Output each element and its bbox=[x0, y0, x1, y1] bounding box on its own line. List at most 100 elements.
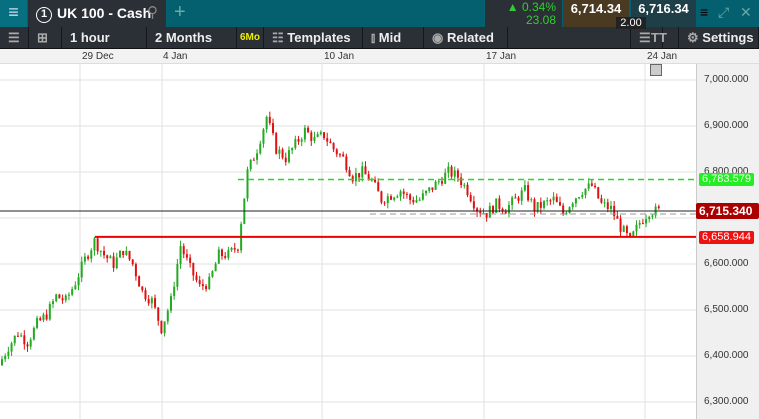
candle-body bbox=[405, 193, 408, 195]
candle-body bbox=[393, 197, 396, 200]
close-icon[interactable]: ✕ bbox=[740, 4, 752, 21]
candle-body bbox=[517, 197, 520, 201]
candle-body bbox=[176, 264, 179, 287]
add-tab-button[interactable]: + bbox=[174, 0, 186, 25]
candle-body bbox=[578, 197, 581, 199]
candle-body bbox=[45, 314, 48, 320]
candle-body bbox=[185, 254, 188, 258]
candle-body bbox=[166, 310, 169, 322]
candle-body bbox=[96, 238, 99, 252]
candle-body bbox=[230, 247, 233, 251]
candle-body bbox=[122, 250, 125, 256]
search-icon[interactable]: ⚲ bbox=[147, 0, 158, 26]
candle-body bbox=[555, 196, 558, 203]
candle-body bbox=[469, 195, 472, 202]
price-change: ▲ 0.34% 23.08 bbox=[485, 0, 562, 27]
candle-body bbox=[246, 169, 249, 199]
candle-body bbox=[361, 166, 364, 178]
price-tick-label: 6,900.000 bbox=[704, 120, 749, 131]
list-icon[interactable]: ☰ bbox=[0, 27, 29, 49]
templates-label: Templates bbox=[287, 30, 351, 45]
candle-body bbox=[29, 339, 32, 347]
price-type-button[interactable]: ⫾ Mid bbox=[363, 27, 424, 49]
candle-body bbox=[335, 149, 338, 155]
date-label: 4 Jan bbox=[163, 51, 188, 62]
layout-icon[interactable]: ⊞ bbox=[29, 27, 62, 49]
candle-body bbox=[412, 200, 415, 203]
candle-body bbox=[389, 196, 392, 200]
candle-body bbox=[307, 127, 310, 133]
candle-body bbox=[61, 298, 64, 301]
price-tick-label: 6,600.000 bbox=[704, 258, 749, 269]
settings-button[interactable]: ⚙ Settings bbox=[678, 27, 759, 49]
candle-body bbox=[77, 277, 80, 286]
related-button[interactable]: ◉ Related bbox=[424, 27, 508, 49]
candle-body bbox=[511, 197, 514, 206]
price-tick-label: 7,000.000 bbox=[704, 74, 749, 85]
candle-body bbox=[42, 314, 45, 321]
candle-body bbox=[205, 286, 208, 290]
candle-body bbox=[157, 307, 160, 321]
candle-body bbox=[441, 181, 443, 184]
red-level-tag[interactable]: 6,658.944 bbox=[699, 230, 754, 244]
candle-body bbox=[115, 257, 118, 268]
tab-number: 1 bbox=[36, 7, 52, 23]
candle-body bbox=[201, 284, 204, 287]
price-chart[interactable] bbox=[0, 64, 759, 419]
candle-body bbox=[52, 301, 55, 305]
candle-body bbox=[32, 327, 35, 340]
candle-body bbox=[80, 261, 83, 278]
change-abs: 23.08 bbox=[525, 13, 556, 27]
range-select[interactable]: 2 Months bbox=[147, 27, 237, 49]
candle-body bbox=[418, 199, 421, 201]
candle-body bbox=[530, 199, 533, 201]
candle-body bbox=[488, 206, 491, 218]
candle-body bbox=[211, 271, 214, 277]
candle-body bbox=[134, 264, 137, 277]
candle-body bbox=[472, 201, 475, 209]
candle-body bbox=[141, 286, 144, 291]
range-badge[interactable]: 6Mo bbox=[237, 27, 264, 49]
candle-body bbox=[651, 215, 654, 217]
candle-body bbox=[189, 257, 192, 263]
candle-body bbox=[447, 166, 450, 173]
candle-body bbox=[36, 318, 39, 328]
candle-body bbox=[284, 157, 287, 163]
menu-icon[interactable]: ≡ bbox=[0, 0, 27, 27]
candle-body bbox=[7, 351, 10, 356]
toolbar-spacer bbox=[508, 27, 631, 49]
candle-body bbox=[492, 206, 495, 213]
candle-body bbox=[479, 211, 482, 214]
candle-body bbox=[590, 183, 593, 186]
candle-body bbox=[415, 200, 418, 203]
scroll-end-icon[interactable] bbox=[650, 64, 662, 76]
candle-body bbox=[514, 197, 517, 199]
candle-body bbox=[380, 191, 383, 203]
candle-body bbox=[303, 127, 306, 140]
instrument-name: UK 100 - Cash bbox=[57, 5, 152, 21]
candle-body bbox=[460, 177, 463, 185]
expand-icon[interactable]: ⤢ bbox=[718, 4, 729, 21]
candles-icon: ⫾ bbox=[371, 30, 379, 45]
date-label: 10 Jan bbox=[324, 51, 355, 62]
instrument-tab[interactable]: 1 UK 100 - Cash ⚲ bbox=[28, 0, 166, 27]
candle-body bbox=[93, 238, 96, 251]
drag-handle-icon[interactable]: ≡ bbox=[700, 4, 708, 20]
candle-body bbox=[16, 335, 19, 337]
candle-body bbox=[169, 296, 172, 311]
candle-body bbox=[345, 156, 348, 171]
date-label: 24 Jan bbox=[647, 51, 678, 62]
candle-body bbox=[348, 170, 351, 177]
templates-button[interactable]: ☷ Templates bbox=[264, 27, 363, 49]
candle-body bbox=[629, 233, 632, 237]
candle-body bbox=[192, 262, 195, 276]
interval-select[interactable]: 1 hour bbox=[62, 27, 147, 49]
candle-body bbox=[425, 190, 428, 194]
text-size-button[interactable]: TT bbox=[643, 27, 678, 49]
candle-body bbox=[402, 191, 405, 194]
candle-body bbox=[300, 139, 303, 142]
candle-body bbox=[520, 190, 523, 201]
candle-body bbox=[221, 249, 223, 257]
green-level-tag[interactable]: 6,783.579 bbox=[699, 172, 754, 186]
candle-body bbox=[4, 355, 7, 360]
